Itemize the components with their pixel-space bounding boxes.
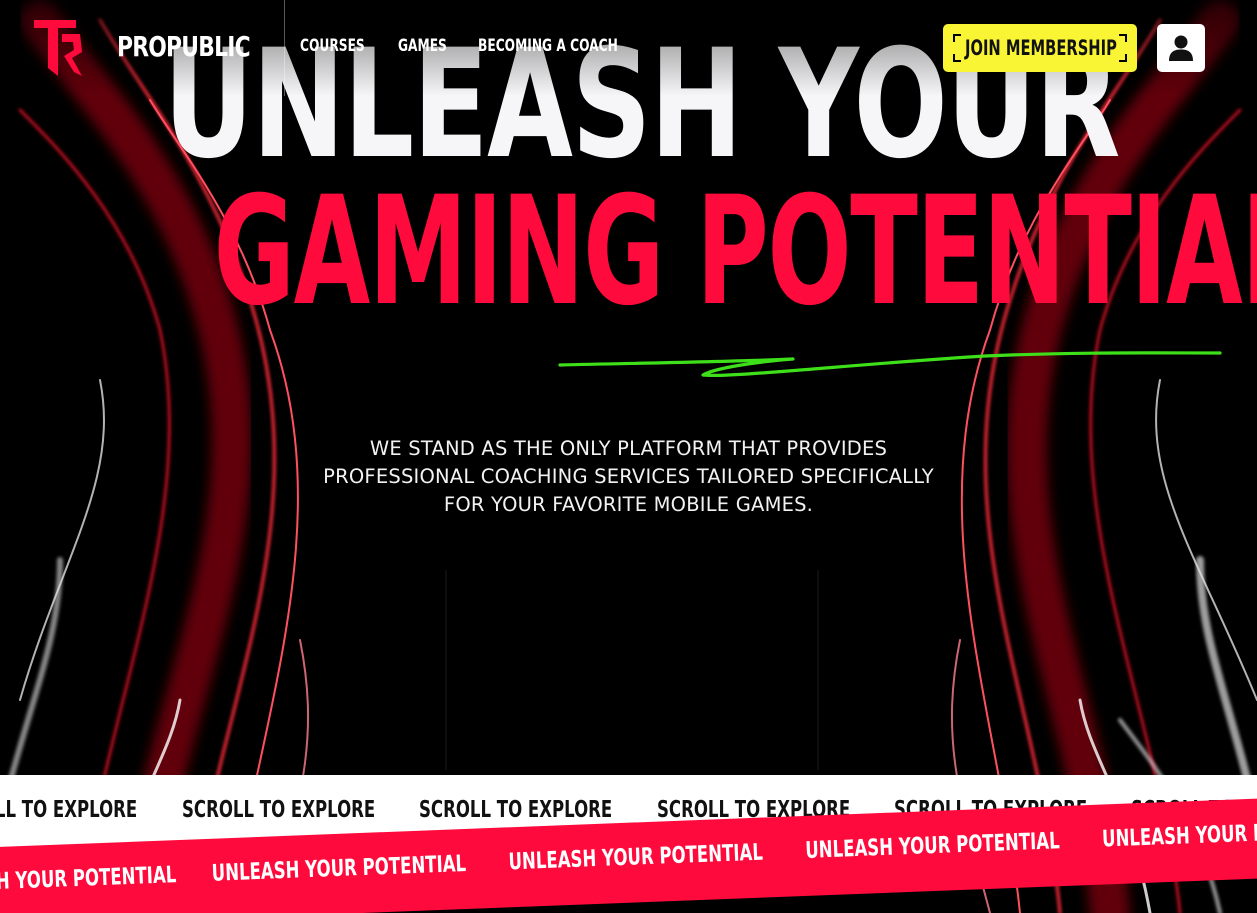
page: UNLEASH YOUR GAMING POTENTIAL PROPUBLIC … (0, 0, 1257, 913)
site-header: PROPUBLIC COURSES GAMES BECOMING A COACH… (0, 0, 1257, 96)
corner-bracket (1119, 54, 1127, 62)
marquee-item: UNLEASH YOUR POTENTIAL (211, 850, 467, 887)
nav-item-games[interactable]: GAMES (398, 36, 447, 56)
header-divider (284, 0, 285, 96)
hero-description: WE STAND AS THE ONLY PLATFORM THAT PROVI… (323, 437, 934, 516)
marquee-item: UNLEASH YOUR POTENTIAL (508, 839, 764, 876)
corner-bracket (953, 34, 961, 42)
join-membership-label: JOIN MEMBERSHIP (965, 36, 1117, 60)
join-membership-button[interactable]: JOIN MEMBERSHIP (943, 24, 1137, 72)
marquee-item: SCROLL TO EXPLORE (0, 797, 138, 823)
marquee-item: UNLEASH YOUR POTENTIAL (0, 862, 177, 898)
nav-item-becoming-a-coach[interactable]: BECOMING A COACH (478, 36, 618, 56)
marquee-item: UNLEASH YOUR POTENTIAL (1101, 816, 1257, 853)
green-squiggle-decoration (558, 351, 1222, 377)
corner-bracket (1119, 34, 1127, 42)
user-account-button[interactable] (1157, 24, 1205, 72)
user-icon (1169, 35, 1193, 61)
marquee-item: UNLEASH YOUR POTENTIAL (804, 828, 1061, 864)
corner-bracket (953, 54, 961, 62)
hero-title-line-2: GAMING POTENTIAL (213, 165, 1257, 339)
pp-logo-icon[interactable] (32, 18, 84, 78)
nav-item-courses[interactable]: COURSES (300, 36, 365, 56)
brand-name[interactable]: PROPUBLIC (117, 30, 251, 63)
